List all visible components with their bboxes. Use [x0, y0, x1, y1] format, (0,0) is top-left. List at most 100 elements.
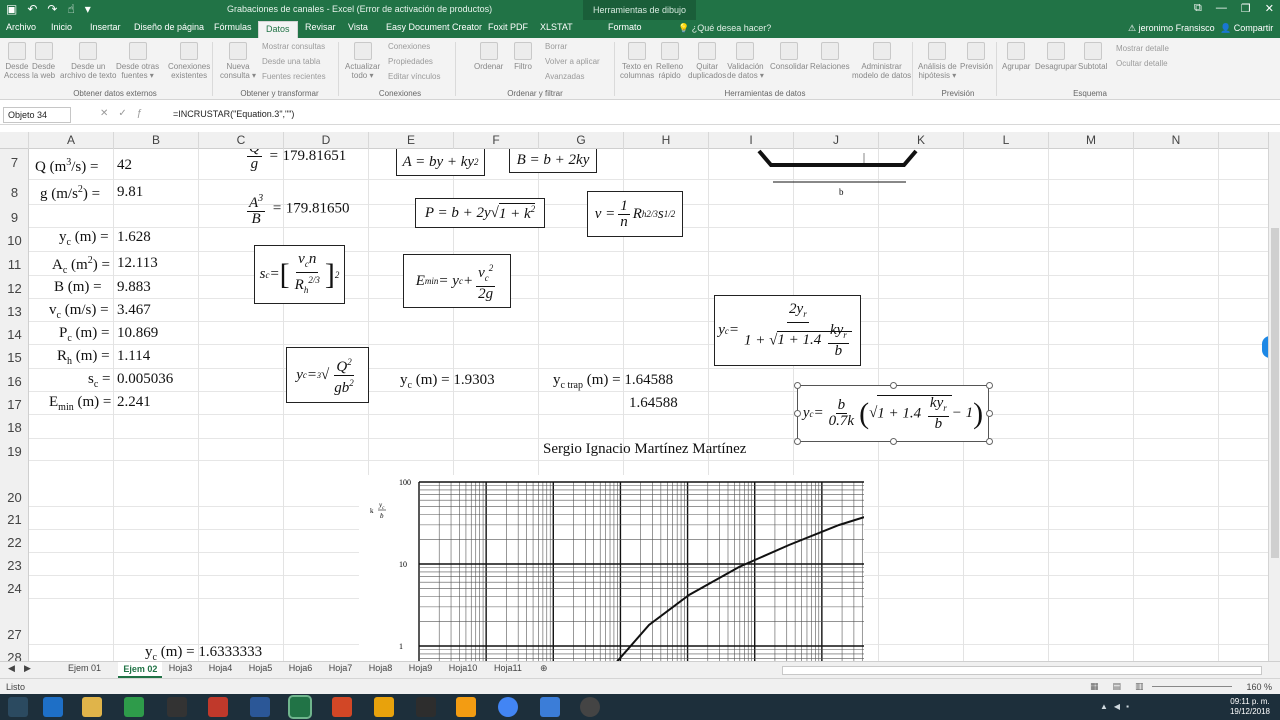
- internet-explorer-icon[interactable]: [43, 697, 63, 717]
- cell-b12[interactable]: 9.883: [117, 279, 151, 296]
- sheet-tab-hoja7[interactable]: Hoja7: [329, 663, 353, 673]
- column-header-e[interactable]: E: [369, 132, 454, 149]
- app-icon-media[interactable]: [416, 697, 436, 717]
- vertical-scrollbar[interactable]: [1268, 132, 1280, 661]
- ribbon-small-button[interactable]: Mostrar detalle: [1116, 44, 1169, 54]
- ribbon-button-11[interactable]: Quitar duplicados: [688, 42, 726, 80]
- row-header-20[interactable]: 20: [0, 490, 29, 505]
- share-button[interactable]: 👤 Compartir: [1220, 23, 1273, 34]
- row-header-7[interactable]: 7: [0, 155, 29, 170]
- sheet-nav-next-icon[interactable]: ▶: [24, 663, 31, 674]
- row-header-13[interactable]: 13: [0, 304, 29, 319]
- ribbon-tab-xlstat[interactable]: XLSTAT: [540, 22, 573, 32]
- row-header-17[interactable]: 17: [0, 397, 29, 412]
- word-icon[interactable]: [250, 697, 270, 717]
- equation-critical-depth-approx[interactable]: yc = 2yr 1 + √1 + 1.4 kyr b: [714, 295, 861, 366]
- ribbon-button-4[interactable]: Conexiones existentes: [168, 42, 210, 80]
- equation-manning[interactable]: v = 1 n Rh 2/3 s 1/2: [587, 191, 683, 237]
- ribbon-tab-formato[interactable]: Formato: [608, 22, 642, 32]
- sheet-tab-hoja8[interactable]: Hoja8: [369, 663, 393, 673]
- equation-critical-depth-trap-selected[interactable]: yc = b 0.7k(√ 1 + 1.4 kyr b − 1): [797, 385, 989, 442]
- resize-handle-w[interactable]: [794, 410, 801, 417]
- row-header-21[interactable]: 21: [0, 512, 29, 527]
- ribbon-button-8[interactable]: Filtro: [514, 42, 532, 71]
- cell-b16[interactable]: 0.005036: [117, 371, 173, 388]
- column-header-a[interactable]: A: [29, 132, 114, 149]
- equation-critical-depth-rect[interactable]: yc = 3 √ Q2 gb2: [286, 347, 369, 403]
- insert-function-icon[interactable]: ƒ: [137, 108, 153, 119]
- ribbon-button-0[interactable]: Desde Access: [4, 42, 30, 80]
- critical-depth-log-chart[interactable]: k yc b 100 10 1: [359, 475, 864, 661]
- cell-a14[interactable]: Pc (m) =: [59, 325, 109, 344]
- ribbon-small-button[interactable]: Editar vínculos: [388, 72, 440, 82]
- close-icon[interactable]: ✕: [1265, 2, 1274, 15]
- ribbon-display-icon[interactable]: ⧉: [1194, 2, 1202, 15]
- cell-a13[interactable]: vc (m/s) =: [49, 302, 109, 321]
- row-header-15[interactable]: 15: [0, 350, 29, 365]
- user-account[interactable]: ⚠ jeronimo Fransisco: [1128, 23, 1215, 34]
- cell-a10[interactable]: yc (m) =: [59, 229, 109, 248]
- sheet-tab-hoja11[interactable]: Hoja11: [494, 663, 522, 673]
- cell-a16[interactable]: sc =: [88, 371, 111, 390]
- column-header-f[interactable]: F: [454, 132, 539, 149]
- cell-a11[interactable]: Ac (m2) =: [52, 255, 110, 276]
- ribbon-small-button[interactable]: Mostrar consultas: [262, 42, 325, 52]
- column-header-l[interactable]: L: [964, 132, 1049, 149]
- ribbon-button-16[interactable]: Análisis de hipótesis ▾: [918, 42, 957, 80]
- equation-min-energy[interactable]: Emin = yc + vc2 2g: [403, 254, 511, 308]
- column-header-c[interactable]: C: [199, 132, 284, 149]
- row-header-10[interactable]: 10: [0, 233, 29, 248]
- a3-over-b-equation[interactable]: A3 B = 179.81650: [244, 191, 350, 227]
- row-header-18[interactable]: 18: [0, 420, 29, 435]
- customize-qat-icon[interactable]: ▾: [85, 2, 91, 16]
- row-header-24[interactable]: 24: [0, 581, 29, 596]
- ribbon-button-20[interactable]: Subtotal: [1078, 42, 1107, 71]
- tell-me-search[interactable]: 💡 ¿Qué desea hacer?: [678, 23, 771, 34]
- ribbon-tab-archivo[interactable]: Archivo: [6, 22, 36, 32]
- ribbon-button-10[interactable]: Relleno rápido: [656, 42, 683, 80]
- app-icon-triangle[interactable]: [456, 697, 476, 717]
- volume-icon[interactable]: ◀: [1114, 702, 1126, 711]
- touch-mode-icon[interactable]: ☝: [67, 2, 74, 16]
- powerpoint-icon[interactable]: [332, 697, 352, 717]
- row-header-8[interactable]: 8: [0, 185, 29, 200]
- cell-b10[interactable]: 1.628: [117, 229, 151, 246]
- app-icon-circle[interactable]: [580, 697, 600, 717]
- column-header-b[interactable]: B: [114, 132, 199, 149]
- ribbon-tab-insertar[interactable]: Insertar: [90, 22, 121, 32]
- row-header-23[interactable]: 23: [0, 558, 29, 573]
- taskbar-clock[interactable]: 09:11 p. m. 19/12/2018: [1230, 697, 1270, 717]
- ribbon-button-18[interactable]: Agrupar: [1002, 42, 1030, 71]
- ribbon-tab-dise-o-de-p-gina[interactable]: Diseño de página: [134, 22, 204, 32]
- file-explorer-icon[interactable]: [82, 697, 102, 717]
- column-header-g[interactable]: G: [539, 132, 624, 149]
- ribbon-button-12[interactable]: Validación de datos ▾: [727, 42, 764, 80]
- normal-view-icon[interactable]: ▦: [1090, 681, 1113, 691]
- app-icon-camera[interactable]: [167, 697, 187, 717]
- cell-e16[interactable]: yc (m) = 1.9303: [400, 372, 495, 391]
- cell-a8[interactable]: g (m/s2) =: [40, 184, 100, 203]
- resize-handle-n[interactable]: [890, 382, 897, 389]
- cell-b7[interactable]: 42: [117, 157, 132, 174]
- cell-b11[interactable]: 12.113: [117, 255, 158, 272]
- ribbon-button-5[interactable]: Nueva consulta ▾: [220, 42, 256, 80]
- ribbon-tab-inicio[interactable]: Inicio: [51, 22, 72, 32]
- language-icon[interactable]: ▪: [1126, 702, 1135, 711]
- q2-over-g-equation[interactable]: Qg = 179.81651: [244, 149, 346, 172]
- sheet-tab-hoja10[interactable]: Hoja10: [449, 663, 478, 673]
- resize-handle-s[interactable]: [890, 438, 897, 445]
- worksheet-grid[interactable]: Q (m3/s) = 42 g (m/s2) = 9.81 yc (m) = 1…: [29, 149, 1268, 661]
- ribbon-tab-datos[interactable]: Datos: [258, 21, 298, 38]
- ribbon-small-button[interactable]: Borrar: [545, 42, 567, 52]
- cell-h17[interactable]: 1.64588: [629, 395, 678, 412]
- pdf-icon[interactable]: [540, 697, 560, 717]
- ribbon-small-button[interactable]: Fuentes recientes: [262, 72, 326, 82]
- ribbon-button-9[interactable]: Texto en columnas: [620, 42, 654, 80]
- row-header-11[interactable]: 11: [0, 257, 29, 272]
- resize-handle-se[interactable]: [986, 438, 993, 445]
- cell-b13[interactable]: 3.467: [117, 302, 151, 319]
- zoom-slider[interactable]: [1152, 686, 1232, 687]
- ribbon-small-button[interactable]: Ocultar detalle: [1116, 59, 1168, 69]
- column-header-h[interactable]: H: [624, 132, 709, 149]
- row-header-27[interactable]: 27: [0, 627, 29, 642]
